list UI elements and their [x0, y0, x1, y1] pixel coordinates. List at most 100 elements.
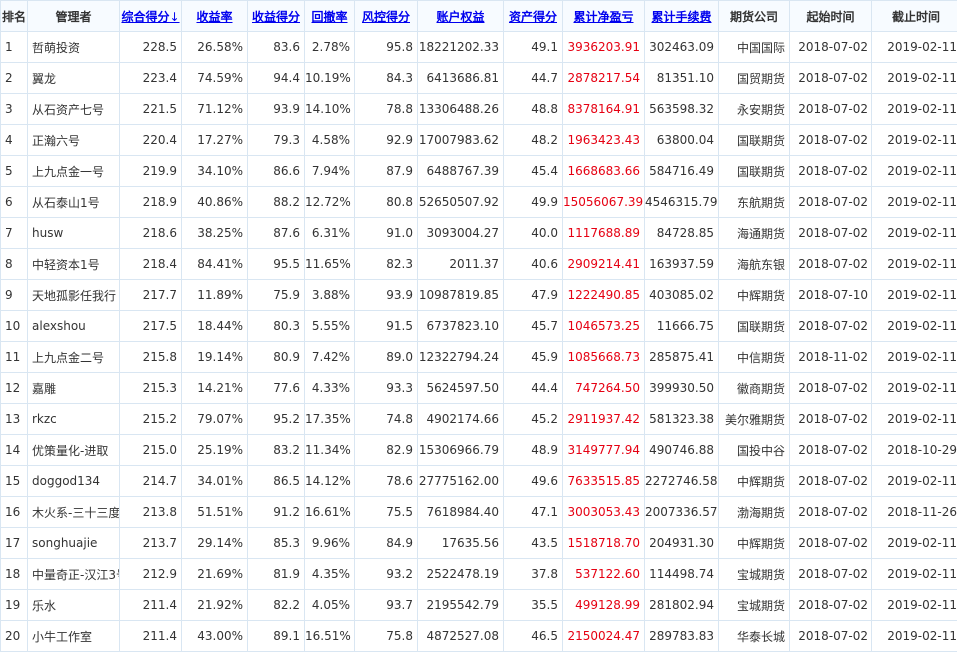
table-row: 7husw218.638.25%87.66.31%91.03093004.274… — [1, 218, 957, 249]
sort-asset-score[interactable]: 资产得分 — [504, 1, 563, 32]
cell-drawdown: 5.55% — [305, 311, 355, 342]
cell-equity: 6488767.39 — [418, 156, 504, 187]
cell-total-score: 212.9 — [120, 559, 182, 590]
sort-desc-icon: ↓ — [169, 10, 179, 24]
cell-risk-score: 84.3 — [355, 63, 418, 94]
sort-risk-score-label[interactable]: 风控得分 — [362, 10, 410, 24]
cell-fees: 84728.85 — [645, 218, 719, 249]
sort-return-score[interactable]: 收益得分 — [248, 1, 305, 32]
cell-total-score: 215.3 — [120, 373, 182, 404]
cell-return-score: 95.2 — [248, 404, 305, 435]
cell-start-date: 2018-07-10 — [790, 280, 872, 311]
cell-asset-score: 40.0 — [504, 218, 563, 249]
table-row: 20小牛工作室211.443.00%89.116.51%75.84872527.… — [1, 621, 957, 652]
cell-risk-score: 78.8 — [355, 94, 418, 125]
cell-return-score: 86.5 — [248, 466, 305, 497]
cell-risk-score: 91.0 — [355, 218, 418, 249]
cell-fees: 490746.88 — [645, 435, 719, 466]
cell-end-date: 2019-02-11 — [872, 63, 957, 94]
cell-rank: 19 — [1, 590, 28, 621]
cell-company: 中辉期货 — [719, 280, 790, 311]
cell-manager: 乐水 — [28, 590, 120, 621]
cell-risk-score: 91.5 — [355, 311, 418, 342]
cell-company: 渤海期货 — [719, 497, 790, 528]
sort-net-profit-label[interactable]: 累计净盈亏 — [573, 10, 633, 24]
cell-rank: 9 — [1, 280, 28, 311]
sort-asset-score-label[interactable]: 资产得分 — [509, 10, 557, 24]
cell-fees: 2007336.57 — [645, 497, 719, 528]
cell-asset-score: 46.5 — [504, 621, 563, 652]
cell-drawdown: 14.12% — [305, 466, 355, 497]
cell-return-score: 82.2 — [248, 590, 305, 621]
cell-net-profit: 537122.60 — [563, 559, 645, 590]
cell-return-score: 86.6 — [248, 156, 305, 187]
cell-manager: doggod134 — [28, 466, 120, 497]
sort-drawdown-label[interactable]: 回撤率 — [311, 10, 347, 24]
cell-risk-score: 92.9 — [355, 125, 418, 156]
sort-total-score-label[interactable]: 综合得分 — [121, 10, 169, 24]
cell-manager: songhuajie — [28, 528, 120, 559]
cell-net-profit: 3936203.91 — [563, 32, 645, 63]
cell-return-rate: 14.21% — [182, 373, 248, 404]
cell-end-date: 2019-02-11 — [872, 125, 957, 156]
cell-start-date: 2018-07-02 — [790, 156, 872, 187]
cell-start-date: 2018-07-02 — [790, 94, 872, 125]
cell-net-profit: 2150024.47 — [563, 621, 645, 652]
cell-equity: 2195542.79 — [418, 590, 504, 621]
cell-total-score: 211.4 — [120, 621, 182, 652]
cell-drawdown: 4.58% — [305, 125, 355, 156]
cell-return-score: 87.6 — [248, 218, 305, 249]
header-manager-label: 管理者 — [55, 10, 91, 24]
cell-total-score: 219.9 — [120, 156, 182, 187]
sort-total-score[interactable]: 综合得分↓ — [120, 1, 182, 32]
cell-company: 宝城期货 — [719, 590, 790, 621]
sort-equity[interactable]: 账户权益 — [418, 1, 504, 32]
cell-risk-score: 75.5 — [355, 497, 418, 528]
cell-drawdown: 16.61% — [305, 497, 355, 528]
cell-company: 永安期货 — [719, 94, 790, 125]
sort-fees[interactable]: 累计手续费 — [645, 1, 719, 32]
cell-return-rate: 21.92% — [182, 590, 248, 621]
cell-total-score: 218.4 — [120, 249, 182, 280]
table-row: 12嘉雕215.314.21%77.64.33%93.35624597.5044… — [1, 373, 957, 404]
cell-rank: 15 — [1, 466, 28, 497]
cell-end-date: 2019-02-11 — [872, 156, 957, 187]
cell-total-score: 218.6 — [120, 218, 182, 249]
cell-equity: 18221202.33 — [418, 32, 504, 63]
sort-risk-score[interactable]: 风控得分 — [355, 1, 418, 32]
cell-risk-score: 93.3 — [355, 373, 418, 404]
sort-drawdown[interactable]: 回撤率 — [305, 1, 355, 32]
cell-total-score: 220.4 — [120, 125, 182, 156]
sort-return-rate-label[interactable]: 收益率 — [196, 10, 232, 24]
cell-return-rate: 29.14% — [182, 528, 248, 559]
cell-asset-score: 49.6 — [504, 466, 563, 497]
cell-start-date: 2018-07-02 — [790, 63, 872, 94]
sort-return-score-label[interactable]: 收益得分 — [252, 10, 300, 24]
cell-equity: 7618984.40 — [418, 497, 504, 528]
sort-net-profit[interactable]: 累计净盈亏 — [563, 1, 645, 32]
cell-company: 海通期货 — [719, 218, 790, 249]
sort-return-rate[interactable]: 收益率 — [182, 1, 248, 32]
sort-equity-label[interactable]: 账户权益 — [436, 10, 484, 24]
cell-rank: 18 — [1, 559, 28, 590]
cell-drawdown: 4.33% — [305, 373, 355, 404]
cell-total-score: 215.8 — [120, 342, 182, 373]
cell-fees: 289783.83 — [645, 621, 719, 652]
cell-return-score: 80.3 — [248, 311, 305, 342]
cell-equity: 3093004.27 — [418, 218, 504, 249]
cell-return-rate: 21.69% — [182, 559, 248, 590]
cell-total-score: 228.5 — [120, 32, 182, 63]
cell-total-score: 215.0 — [120, 435, 182, 466]
cell-start-date: 2018-07-02 — [790, 621, 872, 652]
cell-manager: 从石资产七号 — [28, 94, 120, 125]
cell-asset-score: 45.2 — [504, 404, 563, 435]
cell-net-profit: 3149777.94 — [563, 435, 645, 466]
cell-drawdown: 4.35% — [305, 559, 355, 590]
cell-return-rate: 17.27% — [182, 125, 248, 156]
cell-net-profit: 1963423.43 — [563, 125, 645, 156]
sort-fees-label[interactable]: 累计手续费 — [651, 10, 711, 24]
cell-end-date: 2019-02-11 — [872, 621, 957, 652]
cell-rank: 1 — [1, 32, 28, 63]
cell-equity: 15306966.79 — [418, 435, 504, 466]
cell-fees: 4546315.79 — [645, 187, 719, 218]
